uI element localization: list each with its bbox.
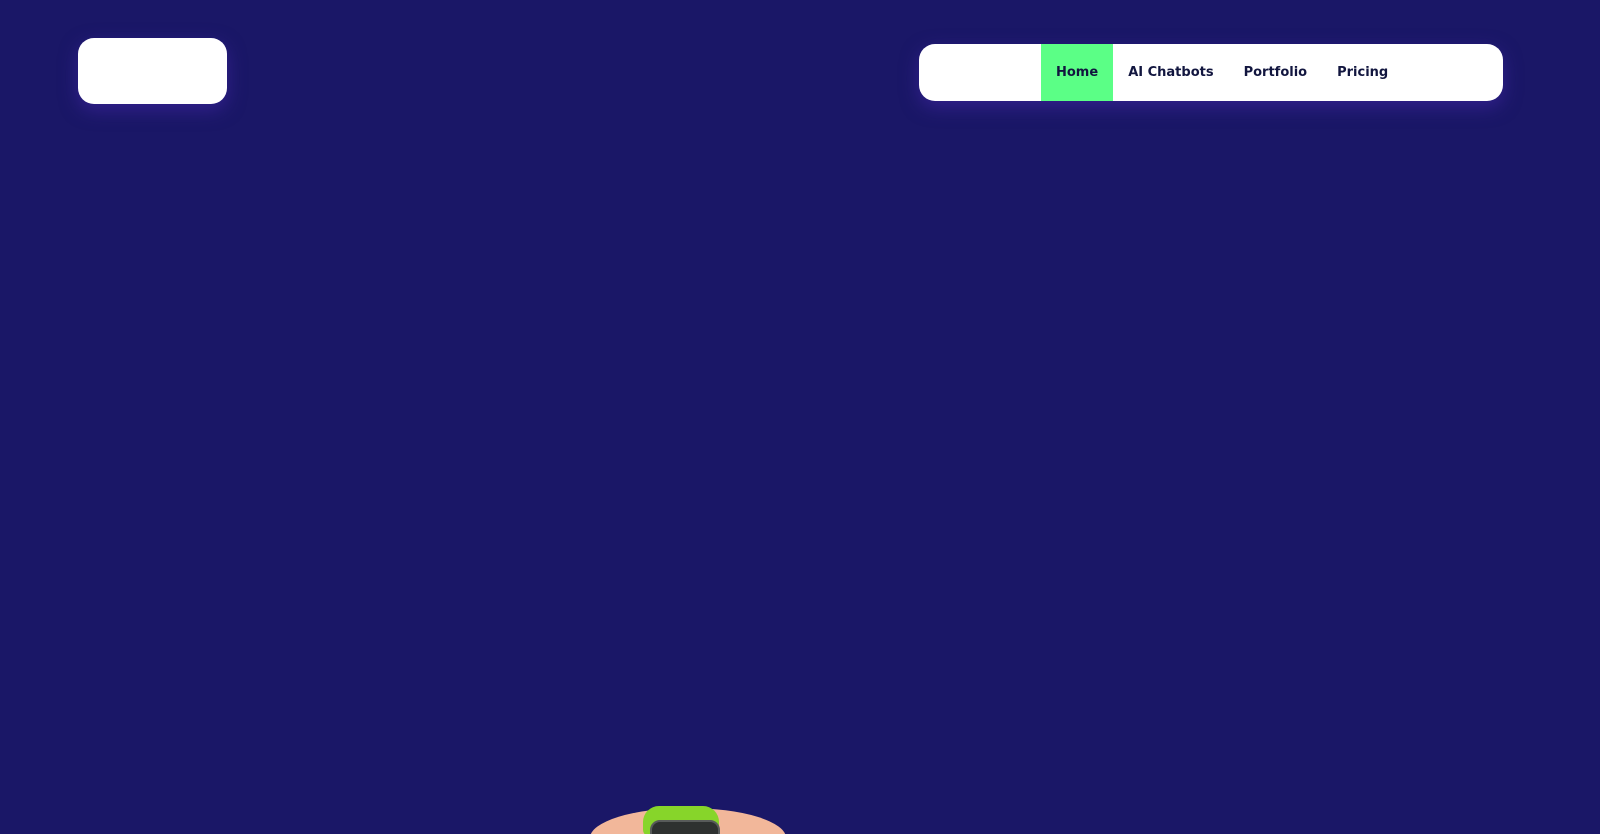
- nav-item-ai-chatbots[interactable]: AI Chatbots: [1113, 44, 1228, 101]
- watch-face: [650, 820, 720, 834]
- nav-item-home[interactable]: Home: [1041, 44, 1114, 101]
- main-nav: Home AI Chatbots Portfolio Pricing: [919, 44, 1503, 101]
- logo[interactable]: [78, 38, 227, 104]
- smartwatch-image: [570, 790, 800, 834]
- nav-item-portfolio[interactable]: Portfolio: [1229, 44, 1323, 101]
- nav-item-pricing[interactable]: Pricing: [1322, 44, 1403, 101]
- nav-items: Home AI Chatbots Portfolio Pricing: [1041, 44, 1403, 101]
